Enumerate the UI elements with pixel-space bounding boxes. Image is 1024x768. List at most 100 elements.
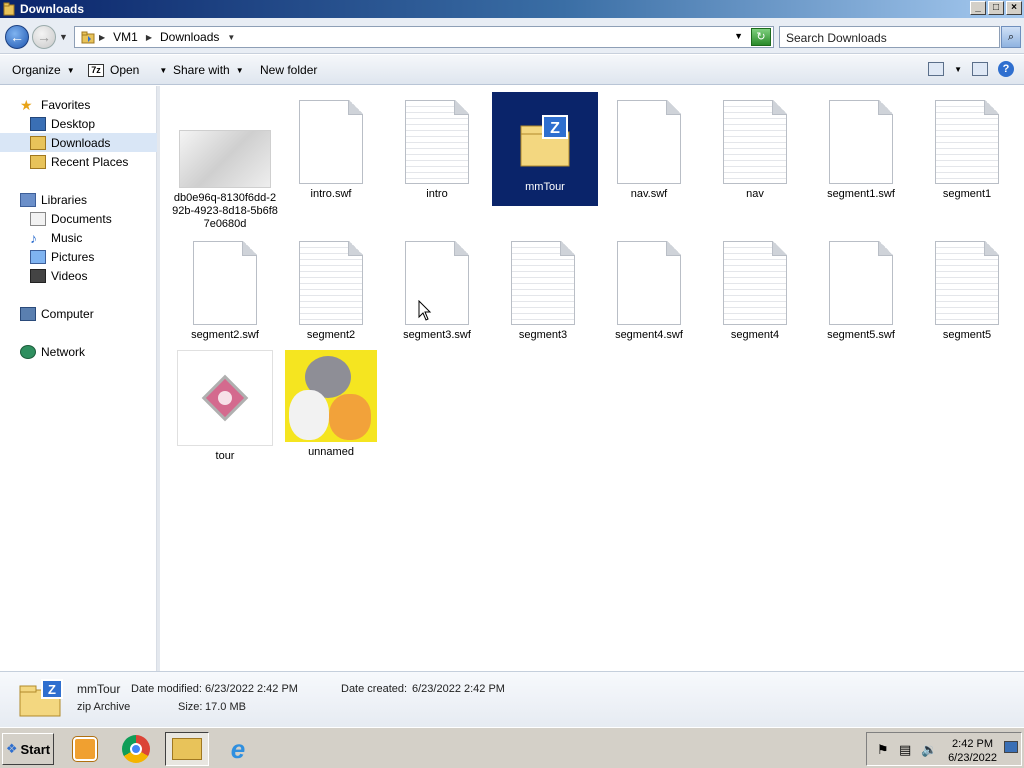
nav-desktop[interactable]: Desktop (0, 114, 157, 133)
nav-label: Recent Places (51, 154, 129, 169)
minimize-button[interactable]: _ (970, 1, 986, 15)
file-item-selected[interactable]: Z mmTour (492, 92, 598, 206)
nav-label: Videos (51, 268, 88, 283)
file-item[interactable]: segment5 (914, 241, 1020, 342)
file-list: db0e96q-8130f6dd-292b-4923-8d18-5b6f87e0… (160, 86, 1024, 671)
chevron-down-icon[interactable]: ▼ (159, 66, 167, 75)
file-name: segment3.swf (403, 329, 471, 341)
nav-videos[interactable]: Videos (0, 266, 157, 285)
flag-icon[interactable]: ⚑ (877, 742, 889, 758)
text-file-icon (723, 241, 787, 325)
address-history-dropdown[interactable]: ▼ (734, 31, 743, 41)
show-desktop-icon[interactable] (1004, 741, 1018, 753)
chevron-down-icon[interactable]: ▼ (227, 33, 235, 42)
nav-recent-places[interactable]: Recent Places (0, 152, 157, 171)
nav-label: Computer (41, 306, 94, 321)
taskbar-internet-explorer[interactable]: e (216, 732, 260, 766)
file-item[interactable]: segment4.swf (596, 241, 702, 342)
date-created-value: 6/23/2022 2:42 PM (412, 683, 505, 695)
file-item[interactable]: tour (172, 350, 278, 463)
file-item[interactable]: segment3.swf (384, 241, 490, 342)
file-name: segment4.swf (615, 329, 683, 341)
chevron-right-icon[interactable]: ▶ (146, 33, 152, 42)
file-item[interactable]: segment1.swf (808, 100, 914, 201)
network-status-icon[interactable]: ▤ (899, 742, 911, 758)
breadcrumb-vm1[interactable]: VM1 (113, 30, 138, 44)
details-pane: Z mmTour Date modified: 6/23/2022 2:42 P… (0, 671, 1024, 727)
help-icon[interactable]: ? (998, 61, 1014, 77)
search-button[interactable]: ⌕ (1001, 26, 1021, 48)
taskbar-explorer[interactable] (165, 732, 209, 766)
nav-documents[interactable]: Documents (0, 209, 157, 228)
back-button[interactable]: ← (5, 25, 29, 49)
file-item[interactable]: db0e96q-8130f6dd-292b-4923-8d18-5b6f87e0… (172, 130, 278, 231)
taskbar-media-player[interactable] (63, 732, 107, 766)
file-name: intro.swf (310, 188, 352, 200)
file-item[interactable]: intro.swf (278, 100, 384, 201)
maximize-button[interactable]: □ (988, 1, 1004, 15)
recent-pages-dropdown[interactable]: ▼ (59, 32, 68, 42)
app-icon (177, 350, 273, 446)
clock[interactable]: 2:42 PM 6/23/2022 (948, 737, 997, 765)
file-name: intro (426, 188, 448, 200)
volume-icon[interactable]: 🔉 (921, 742, 937, 758)
star-icon: ★ (20, 96, 33, 113)
image-thumbnail-icon (179, 130, 271, 188)
nav-label: Music (51, 230, 83, 245)
close-button[interactable]: × (1006, 1, 1022, 15)
open-label: Open (110, 63, 140, 77)
libraries-icon (20, 192, 36, 207)
file-item[interactable]: unnamed (278, 350, 384, 459)
address-bar[interactable]: ▶ VM1 ▶ Downloads ▼ ▼ ↻ (74, 26, 774, 48)
start-label: Start (20, 741, 51, 757)
file-item[interactable]: segment2.swf (172, 241, 278, 342)
file-item[interactable]: segment2 (278, 241, 384, 342)
file-name: tour (215, 450, 235, 462)
file-item[interactable]: nav (702, 100, 808, 201)
photo-thumbnail-icon (285, 350, 377, 442)
forward-button[interactable]: → (32, 25, 56, 49)
nav-downloads[interactable]: Downloads (0, 133, 157, 152)
swf-file-icon (829, 100, 893, 184)
file-name: segment5.swf (827, 329, 895, 341)
chevron-down-icon: ▼ (235, 65, 244, 75)
file-item[interactable]: nav.swf (596, 100, 702, 201)
nav-favorites[interactable]: ★ Favorites (0, 95, 157, 114)
window-title: Downloads (20, 2, 85, 16)
preview-pane-icon[interactable] (972, 62, 988, 76)
chevron-right-icon[interactable]: ▶ (99, 33, 105, 42)
nav-music[interactable]: ♪ Music (0, 228, 157, 247)
size-label: Size: (178, 701, 203, 713)
nav-label: Documents (51, 211, 112, 226)
file-item[interactable]: intro (384, 100, 490, 201)
new-folder-button[interactable]: New folder (260, 63, 317, 77)
file-item[interactable]: segment3 (490, 241, 596, 342)
breadcrumb-downloads[interactable]: Downloads (160, 30, 219, 44)
music-icon: ♪ (30, 229, 37, 246)
pictures-icon (30, 249, 46, 264)
file-name: unnamed (308, 446, 354, 458)
file-name: segment1.swf (827, 188, 895, 200)
file-name: mmTour (525, 181, 565, 193)
file-item[interactable]: segment1 (914, 100, 1020, 201)
file-item[interactable]: segment5.swf (808, 241, 914, 342)
nav-label: Network (41, 344, 86, 359)
change-view-icon[interactable] (928, 62, 945, 76)
start-button[interactable]: ❖ Start (2, 733, 54, 765)
nav-libraries[interactable]: Libraries (0, 190, 157, 209)
file-item[interactable]: segment4 (702, 241, 808, 342)
organize-button[interactable]: Organize ▼ (12, 63, 75, 77)
nav-label: Libraries (41, 192, 88, 207)
7zip-icon: 7z (88, 63, 104, 77)
nav-pictures[interactable]: Pictures (0, 247, 157, 266)
open-button[interactable]: 7z Open ▼ (88, 63, 167, 77)
taskbar-chrome[interactable] (114, 732, 158, 766)
refresh-button[interactable]: ↻ (751, 28, 771, 46)
chevron-down-icon[interactable]: ▼ (954, 65, 962, 74)
nav-network[interactable]: Network (0, 342, 157, 361)
file-name: segment2.swf (191, 329, 259, 341)
search-input[interactable]: Search Downloads (779, 26, 1000, 48)
nav-computer[interactable]: Computer (0, 304, 157, 323)
share-with-button[interactable]: Share with ▼ (173, 63, 244, 77)
text-file-icon (511, 241, 575, 325)
